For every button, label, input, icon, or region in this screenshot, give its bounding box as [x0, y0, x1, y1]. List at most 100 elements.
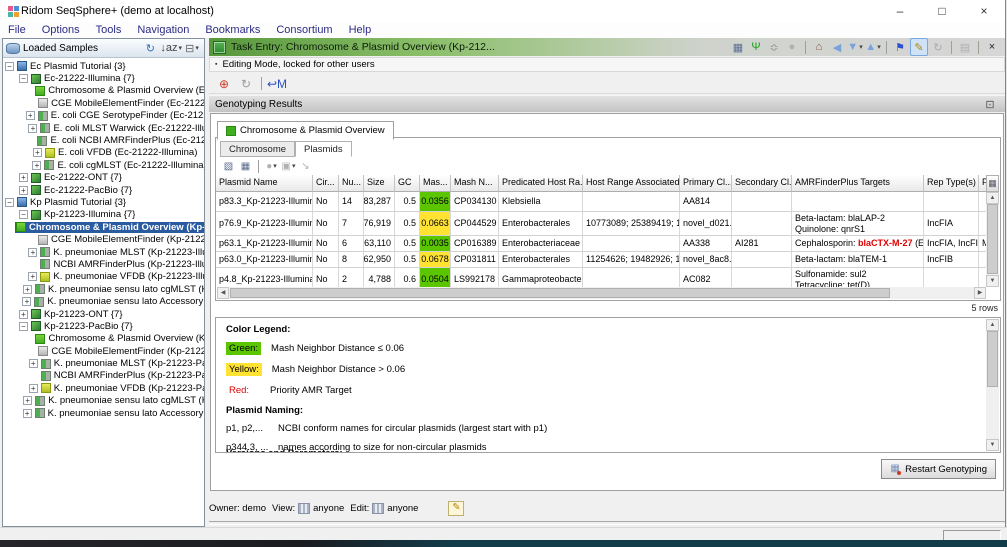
- table-row[interactable]: p4.8_Kp-21223-Illumina No 2 4,788 0.6 0.0504 L…: [216, 268, 987, 287]
- tree-item[interactable]: + Kp-21223-ONT {7}: [3, 308, 204, 320]
- tree-expander[interactable]: +: [25, 111, 35, 121]
- tree-item[interactable]: + K. pneumoniae MLST (Kp-21223-Illumina): [3, 246, 204, 258]
- send-to-module-icon[interactable]: ↩M: [267, 75, 287, 93]
- scroll-left-button[interactable]: ◀: [217, 287, 229, 299]
- restart-genotyping-button[interactable]: ▦ Restart Genotyping: [881, 459, 996, 479]
- task-grid-icon[interactable]: ▦: [730, 39, 746, 55]
- next-up-icon[interactable]: ▲ ▾: [865, 39, 881, 55]
- tree-expander[interactable]: +: [23, 396, 33, 406]
- tree-expander[interactable]: +: [33, 148, 42, 158]
- menu-bookmarks[interactable]: Bookmarks: [197, 24, 268, 36]
- target-icon[interactable]: ⊕: [214, 75, 234, 93]
- close-button[interactable]: ×: [963, 0, 1005, 22]
- tree-expander[interactable]: +: [28, 247, 38, 257]
- table-row[interactable]: p63.0_Kp-21223-Illumina No 8 62,950 0.5 0.067…: [216, 252, 987, 268]
- column-chooser-button[interactable]: ▦: [986, 175, 999, 192]
- column-header[interactable]: Mash N...: [451, 175, 499, 192]
- tree-expander[interactable]: +: [28, 123, 38, 133]
- table-row[interactable]: p83.3_Kp-21223-Illumina No 14 83,287 0.5 0.03…: [216, 192, 987, 212]
- column-header[interactable]: Cir...: [313, 175, 339, 192]
- subtab-chromosome[interactable]: Chromosome: [220, 141, 296, 157]
- tree-item[interactable]: + K. pneumoniae sensu lato cgMLST (Kp-212…: [3, 283, 204, 295]
- editing-mode-bar[interactable]: ▪ Editing Mode, locked for other users: [209, 57, 1005, 72]
- online-status-icon[interactable]: Ψ: [748, 39, 764, 55]
- copy-table-icon[interactable]: ▦: [238, 159, 253, 174]
- menu-file[interactable]: File: [0, 24, 34, 36]
- sequences-icon[interactable]: ≎: [766, 39, 782, 55]
- tree-item[interactable]: + Ec-21222-ONT {7}: [3, 172, 204, 184]
- column-header[interactable]: AMRFinderPlus Targets: [792, 175, 924, 192]
- tree-item[interactable]: CGE MobileElementFinder (Ec-21222-Illumi…: [3, 97, 204, 109]
- next-down-icon[interactable]: ▼ ▾: [847, 39, 863, 55]
- tree-item[interactable]: + E. coli MLST Warwick (Ec-21222-Illumina…: [3, 122, 204, 134]
- scroll-thumb[interactable]: [987, 331, 998, 387]
- tree-item[interactable]: Chromosome & Plasmid Overview (Kp-21223-…: [3, 221, 204, 233]
- table-horizontal-scrollbar[interactable]: ◀ ▶: [217, 287, 986, 299]
- table-vertical-scrollbar[interactable]: ▲ ▼: [986, 192, 999, 287]
- plot-icon[interactable]: ▧: [221, 159, 236, 174]
- tree-item[interactable]: − Kp-21223-Illumina {7}: [3, 209, 204, 221]
- export-table-icon[interactable]: ↘: [298, 159, 313, 174]
- tree-expander[interactable]: +: [23, 284, 33, 294]
- column-header[interactable]: Host Range Associated ...: [583, 175, 680, 192]
- maximize-button[interactable]: □: [921, 0, 963, 22]
- collapse-section-icon[interactable]: ⊡: [982, 96, 998, 112]
- tree-expander[interactable]: +: [28, 359, 38, 369]
- tree-item[interactable]: Chromosome & Plasmid Overview (Kp-21223-…: [3, 333, 204, 345]
- tree-expander[interactable]: +: [28, 383, 38, 393]
- tree-item[interactable]: + Ec-21222-PacBio {7}: [3, 184, 204, 196]
- menu-options[interactable]: Options: [34, 24, 88, 36]
- scroll-right-button[interactable]: ▶: [974, 287, 986, 299]
- revert-icon[interactable]: ↻: [930, 39, 946, 55]
- menu-tools[interactable]: Tools: [88, 24, 130, 36]
- edit-permissions-icon[interactable]: ✎: [448, 500, 465, 516]
- close-task-icon[interactable]: ×: [984, 39, 1000, 55]
- column-header[interactable]: Secondary Cl...: [732, 175, 792, 192]
- tree-item[interactable]: − Ec Plasmid Tutorial {3}: [3, 60, 204, 72]
- sort-samples-icon[interactable]: ↓az ▾: [160, 40, 182, 56]
- tree-item[interactable]: Chromosome & Plasmid Overview (Ec-21222-…: [3, 85, 204, 97]
- genotyping-results-bar[interactable]: Genotyping Results ⊡: [209, 95, 1005, 112]
- tree-item[interactable]: + K. pneumoniae MLST (Kp-21223-PacBio): [3, 357, 204, 369]
- bookmark-icon[interactable]: ⚑: [892, 39, 908, 55]
- home-icon[interactable]: ⌂: [811, 39, 827, 55]
- tree-item[interactable]: − Kp-21223-PacBio {7}: [3, 320, 204, 332]
- scroll-down-button[interactable]: ▼: [986, 275, 999, 287]
- tree-item[interactable]: E. coli NCBI AMRFinderPlus (Ec-21222-Ill…: [3, 134, 204, 146]
- tree-item[interactable]: + K. pneumoniae VFDB (Kp-21223-PacBio): [3, 382, 204, 394]
- tree-item[interactable]: NCBI AMRFinderPlus (Kp-21223-PacBio): [3, 370, 204, 382]
- scroll-thumb[interactable]: [987, 204, 998, 274]
- column-header[interactable]: Plasmid Name: [216, 175, 313, 192]
- minimize-button[interactable]: –: [879, 0, 921, 22]
- tree-expander[interactable]: −: [19, 74, 28, 84]
- menu-navigation[interactable]: Navigation: [129, 24, 197, 36]
- recalculate-icon[interactable]: ↻: [236, 75, 256, 93]
- column-header[interactable]: Predicated Host Ra...: [499, 175, 583, 192]
- column-header[interactable]: Nu...: [339, 175, 364, 192]
- tree-item[interactable]: + K. pneumoniae sensu lato Accessory (Kp-…: [3, 407, 204, 419]
- tree-expander[interactable]: +: [19, 185, 28, 195]
- tree-item[interactable]: + K. pneumoniae sensu lato Accessory (Kp-…: [3, 295, 204, 307]
- scroll-thumb[interactable]: [230, 288, 890, 298]
- subtab-plasmids[interactable]: Plasmids: [295, 141, 352, 157]
- tree-expander[interactable]: +: [19, 309, 28, 319]
- scroll-up-button[interactable]: ▲: [986, 319, 999, 331]
- tree-item[interactable]: − Kp Plasmid Tutorial {3}: [3, 196, 204, 208]
- collapse-all-icon[interactable]: ⊟ ▾: [184, 40, 200, 56]
- scroll-up-button[interactable]: ▲: [986, 192, 999, 204]
- tree-expander[interactable]: +: [22, 297, 32, 307]
- tree-expander[interactable]: +: [22, 408, 32, 418]
- tree-item[interactable]: + E. coli VFDB (Ec-21222-Illumina): [3, 147, 204, 159]
- status-circle-icon[interactable]: ●: [784, 39, 800, 55]
- tree-item[interactable]: + K. pneumoniae sensu lato cgMLST (Kp-212…: [3, 395, 204, 407]
- column-header[interactable]: GC: [395, 175, 420, 192]
- column-header[interactable]: Size: [364, 175, 395, 192]
- tree-item[interactable]: + E. coli CGE SerotypeFinder (Ec-21222-Il…: [3, 110, 204, 122]
- tree-expander[interactable]: −: [19, 210, 28, 220]
- menu-consortium[interactable]: Consortium: [268, 24, 340, 36]
- tree-expander[interactable]: +: [32, 160, 42, 170]
- tree-expander[interactable]: +: [19, 173, 28, 183]
- column-header[interactable]: Primary Cl...: [680, 175, 732, 192]
- tree-expander[interactable]: −: [5, 197, 14, 207]
- tree-item[interactable]: + K. pneumoniae VFDB (Kp-21223-Illumina): [3, 271, 204, 283]
